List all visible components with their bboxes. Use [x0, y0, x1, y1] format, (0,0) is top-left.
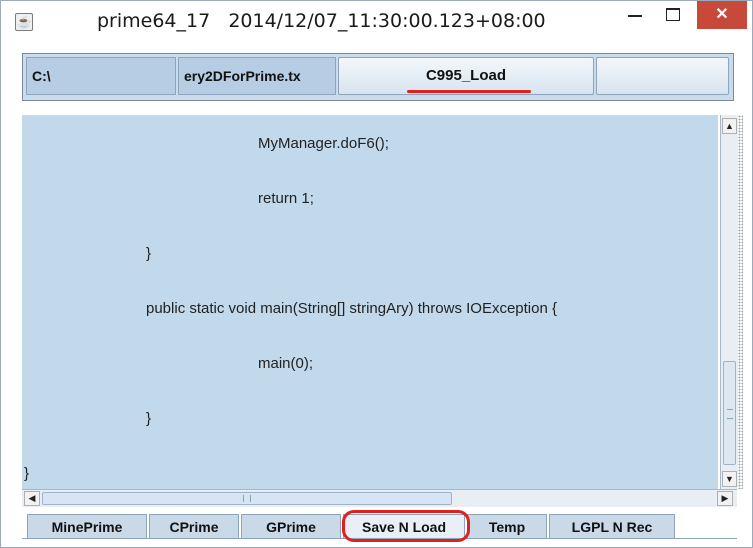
tab-lgpl-n-rec[interactable]: LGPL N Rec [549, 514, 675, 539]
horizontal-scrollbar[interactable]: ◀ ▶ [22, 489, 737, 507]
tab-gprime[interactable]: GPrime [241, 514, 341, 539]
code-text-area[interactable]: MyManager.doF6(); return 1; } public sta… [22, 115, 718, 489]
horizontal-scroll-thumb[interactable] [42, 492, 452, 505]
code-line: } [146, 245, 152, 262]
resize-grip[interactable] [738, 115, 743, 489]
annotation-circle [342, 510, 470, 542]
tab-temp[interactable]: Temp [467, 514, 547, 539]
scroll-left-icon[interactable]: ◀ [24, 491, 40, 506]
annotation-underline [407, 90, 531, 93]
path-field[interactable]: C:\ [26, 57, 176, 95]
scroll-right-icon[interactable]: ▶ [717, 491, 733, 506]
code-line: MyManager.doF6(); [258, 135, 389, 152]
scroll-up-icon[interactable]: ▲ [722, 118, 737, 134]
file-field[interactable]: ery2DForPrime.tx [178, 57, 336, 95]
java-cup-icon[interactable]: ☕ [15, 13, 33, 31]
title-bar[interactable]: ☕ prime64_17 2014/12/07_11:30:00.123+08:… [1, 1, 752, 41]
close-button[interactable]: ✕ [697, 1, 747, 29]
window-title: prime64_17 2014/12/07_11:30:00.123+08:00 [97, 10, 546, 32]
code-line: } [146, 410, 152, 427]
close-icon: ✕ [715, 6, 729, 23]
grip-icon [727, 409, 733, 419]
top-toolbar: C:\ ery2DForPrime.tx C995_Load [22, 53, 734, 101]
code-line: } [24, 465, 30, 482]
grip-icon [243, 495, 251, 502]
app-window: ☕ prime64_17 2014/12/07_11:30:00.123+08:… [0, 0, 753, 548]
tab-cprime[interactable]: CPrime [149, 514, 239, 539]
scroll-down-icon[interactable]: ▼ [722, 471, 737, 487]
vertical-scrollbar[interactable]: ▲ ▼ [720, 115, 738, 489]
code-line: public static void main(String[] stringA… [146, 300, 557, 317]
tab-mineprime[interactable]: MinePrime [27, 514, 147, 539]
maximize-icon [666, 8, 680, 21]
code-line: main(0); [258, 355, 314, 372]
extra-button[interactable] [596, 57, 729, 95]
vertical-scroll-thumb[interactable] [723, 361, 736, 465]
maximize-button[interactable] [659, 1, 687, 31]
minimize-button[interactable] [621, 1, 649, 31]
minimize-icon [628, 15, 642, 17]
code-line: return 1; [258, 190, 314, 207]
